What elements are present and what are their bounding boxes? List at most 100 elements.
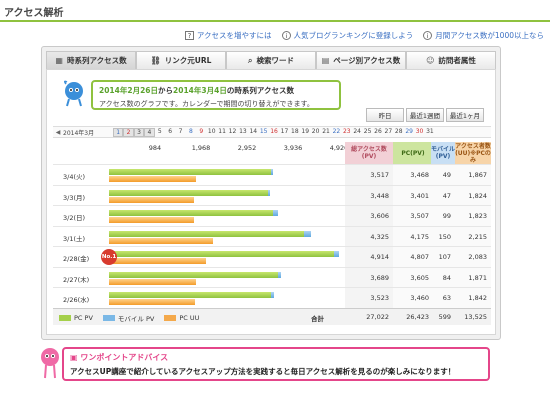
- link-icon: ⛓: [150, 56, 161, 65]
- cell-total: 4,914: [370, 253, 389, 261]
- calendar-day[interactable]: 21: [321, 128, 331, 137]
- table-row: 3/4(火) 3,517 3,468 49 1,867: [53, 164, 491, 185]
- calendar-day[interactable]: 8: [186, 128, 196, 137]
- advice-mascot-icon: [41, 348, 59, 379]
- link-monthly[interactable]: i 月間アクセス数が1000以上なら: [423, 30, 544, 41]
- x-tick-label: 1,968: [191, 144, 211, 152]
- bar-mobile-pv: [270, 292, 274, 298]
- cell-total: 3,448: [370, 191, 389, 200]
- tab-label: ページ別アクセス数: [333, 56, 401, 65]
- table-row: 2/26(水) 3,523 3,460 63 1,842: [53, 287, 491, 308]
- bar-pc-pv: [109, 169, 272, 175]
- cell-pc: 3,605: [410, 273, 429, 282]
- calendar-day[interactable]: 31: [425, 128, 435, 137]
- bar-pc-uu: [109, 196, 195, 203]
- calendar-day[interactable]: 2: [123, 127, 134, 137]
- bar-mobile-pv: [333, 251, 339, 257]
- calendar-day[interactable]: 22: [331, 128, 341, 137]
- calendar-day[interactable]: 13: [238, 128, 248, 137]
- date-from: 2014年2月26日: [99, 86, 159, 95]
- page-icon: ▤: [321, 56, 330, 65]
- row-date-label: 2/26(水): [63, 296, 90, 304]
- calendar-month: 2014年3月: [63, 129, 95, 137]
- tab-referrer-url[interactable]: ⛓ リンク元URL: [136, 51, 226, 69]
- calendar-day[interactable]: 15: [258, 128, 268, 137]
- tab-search-words[interactable]: ⌕ 検索ワード: [226, 51, 316, 69]
- calendar-day[interactable]: 30: [414, 128, 424, 137]
- calendar-prev-icon[interactable]: ◀: [53, 129, 63, 136]
- tab-visitor-attributes[interactable]: ☺ 訪問者属性: [406, 51, 496, 69]
- last-week-button[interactable]: 最近1週間: [406, 108, 444, 122]
- calendar-day[interactable]: 20: [310, 128, 320, 137]
- x-axis: 984 1,968 2,952 3,936 4,920: [109, 144, 349, 156]
- header-mobile-pv: モバイル(PV): [431, 142, 455, 164]
- search-icon: ⌕: [248, 55, 253, 65]
- calendar-day[interactable]: 11: [217, 128, 227, 137]
- calendar-day[interactable]: 9: [196, 128, 206, 137]
- range-buttons: 昨日 最近1週間 最近1ヶ月: [366, 108, 484, 122]
- calendar-day[interactable]: 6: [165, 128, 175, 137]
- svg-text:i: i: [285, 32, 287, 40]
- calendar-day[interactable]: 17: [279, 128, 289, 137]
- tab-page-access[interactable]: ▤ ページ別アクセス数: [316, 51, 406, 69]
- cell-pc: 3,507: [410, 212, 429, 220]
- question-icon: ?: [184, 31, 194, 40]
- calendar-day[interactable]: 26: [373, 128, 383, 137]
- header-pc-pv: PC(PV): [393, 142, 433, 164]
- svg-text:i: i: [427, 32, 429, 40]
- calendar-day[interactable]: 3: [133, 127, 145, 137]
- analytics-panel: ▦ 時系列アクセス数 ⛓ リンク元URL ⌕ 検索ワード ▤ ページ別アクセス数…: [41, 46, 501, 340]
- yesterday-button[interactable]: 昨日: [366, 108, 404, 122]
- calendar-day[interactable]: 5: [155, 128, 165, 137]
- calendar-day[interactable]: 1: [113, 127, 124, 137]
- calendar-days: 1 2 3 4 5 6 7 8 9 10 11 12 13 14 15 16 17 18 19 20 21 22 23 24 2…: [113, 127, 435, 137]
- rank-badge: No.1: [101, 249, 117, 265]
- cell-mobile: 49: [442, 171, 451, 179]
- bar-pc-pv: [109, 292, 271, 298]
- cell-mobile: 107: [438, 253, 451, 261]
- cell-total: 3,517: [370, 171, 389, 179]
- tab-content: 2014年2月26日から2014年3月4日の時系列アクセス数 アクセス数のグラフ…: [46, 69, 496, 335]
- calendar-day[interactable]: 18: [290, 128, 300, 137]
- calendar-day[interactable]: 29: [404, 128, 414, 137]
- link-ranking[interactable]: i 人気ブログランキングに登録しよう: [281, 30, 413, 41]
- cell-pc: 3,460: [410, 294, 429, 302]
- cell-mobile: 63: [442, 294, 451, 302]
- calendar-day[interactable]: 14: [248, 128, 258, 137]
- cell-uu: 2,083: [468, 253, 487, 261]
- user-icon: ☺: [426, 56, 435, 65]
- x-tick-label: 2,952: [237, 144, 257, 152]
- chart-icon: ▦: [55, 56, 63, 65]
- cell-mobile: 150: [438, 232, 451, 241]
- svg-text:?: ?: [188, 32, 192, 40]
- mascot-icon: [63, 80, 83, 107]
- calendar-day[interactable]: 24: [352, 128, 362, 137]
- bar-pc-uu: [109, 237, 213, 244]
- link-label: アクセスを増やすには: [196, 31, 272, 40]
- calendar-day[interactable]: 16: [269, 128, 279, 137]
- legend-label: PC UU: [179, 313, 200, 322]
- calendar-day[interactable]: 23: [342, 128, 352, 137]
- bar-pc-pv: [109, 251, 334, 257]
- title-divider: [0, 20, 550, 22]
- tab-time-series[interactable]: ▦ 時系列アクセス数: [46, 51, 136, 69]
- total-total: 27,022: [366, 312, 389, 321]
- calendar-day[interactable]: 10: [207, 128, 217, 137]
- table-row: 3/2(日) 3,606 3,507 99 1,823: [53, 205, 491, 226]
- tab-label: リンク元URL: [164, 56, 212, 65]
- cell-mobile: 47: [442, 191, 451, 200]
- cell-pc: 4,175: [410, 232, 429, 241]
- calendar-day[interactable]: 28: [394, 128, 404, 137]
- total-mobile: 599: [438, 312, 451, 321]
- calendar-day[interactable]: 7: [175, 128, 185, 137]
- advice-text: アクセスUP講座で紹介しているアクセスアップ方法を実践すると毎日アクセス解析を見…: [70, 367, 456, 376]
- calendar-day[interactable]: 19: [300, 128, 310, 137]
- last-month-button[interactable]: 最近1ヶ月: [446, 108, 484, 122]
- bar-mobile-pv: [271, 169, 274, 175]
- bar-mobile-pv: [272, 210, 278, 216]
- calendar-day[interactable]: 12: [227, 128, 237, 137]
- calendar-day[interactable]: 25: [362, 128, 372, 137]
- calendar-day[interactable]: 27: [383, 128, 393, 137]
- link-increase-access[interactable]: ? アクセスを増やすには: [184, 30, 272, 41]
- calendar-day[interactable]: 4: [144, 127, 155, 137]
